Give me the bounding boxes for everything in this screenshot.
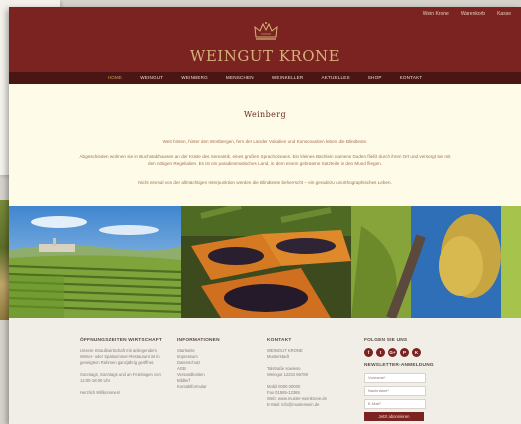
- footer-text: Herzlich Willkommen!: [80, 390, 121, 395]
- google-plus-icon[interactable]: G+: [388, 348, 397, 357]
- email-input[interactable]: E-Mail*: [364, 399, 426, 409]
- facebook-icon[interactable]: f: [364, 348, 373, 357]
- page-title: Weinberg: [243, 110, 287, 119]
- twitter-icon[interactable]: t: [376, 348, 385, 357]
- top-link-warenkorb[interactable]: Warenkorb: [461, 11, 485, 17]
- paragraph-3: Nicht einmal von der allmächtigen Interp…: [138, 180, 392, 185]
- footer-contact: KONTAKT WEINGUT KRONE Musterstadt Talstr…: [267, 338, 347, 408]
- social-links: f t G+ P K: [364, 348, 439, 357]
- paragraph-2: Abgeschieden wohnen sie in Buchstabhause…: [79, 154, 451, 166]
- top-link-kasse[interactable]: Kasse: [497, 11, 511, 17]
- nav-item-kontakt[interactable]: KONTAKT: [391, 72, 432, 84]
- crown-logo-icon[interactable]: [253, 21, 279, 41]
- top-link-wein-krone[interactable]: Wein Krone: [423, 11, 449, 17]
- firstname-input[interactable]: Vorname*: [364, 373, 426, 383]
- site-footer: ÖFFNUNGSZEITEN WIRTSCHAFT Unsere Straußw…: [9, 318, 521, 424]
- footer-email-link[interactable]: E-Mail: info@musterwein.de: [267, 402, 347, 408]
- photo-strip: [9, 206, 521, 318]
- footer-opening-hours: ÖFFNUNGSZEITEN WIRTSCHAFT Unsere Straußw…: [80, 338, 170, 396]
- subscribe-button[interactable]: Jetzt abonnieren: [364, 412, 424, 421]
- nav-item-weinberg[interactable]: WEINBERG: [172, 72, 217, 84]
- newsletter-heading: NEWSLETTER-ANMELDUNG: [364, 363, 434, 368]
- footer-social-newsletter: FOLGEN SIE UNS f t G+ P K NEWSLETTER-ANM…: [364, 338, 439, 421]
- vineyard-landscape-image: [9, 206, 181, 318]
- paragraph-1: Weit hinten, hinter den Wortbergen, fern…: [162, 139, 368, 144]
- main-nav: HOME WEINGUT WEINBERG MENSCHEN WEINKELLE…: [9, 72, 521, 84]
- footer-text: Unsere Straußwirtschaft mit anliegendem …: [80, 348, 160, 365]
- grape-harvest-crates-image: [181, 206, 351, 318]
- footer-heading: FOLGEN SIE UNS: [364, 338, 408, 343]
- brand-name[interactable]: WEINGUT KRONE: [9, 47, 521, 65]
- footer-link-kontaktformular[interactable]: Kontaktformular: [177, 384, 257, 390]
- pinterest-icon[interactable]: P: [400, 348, 409, 357]
- lastname-input[interactable]: Nachname*: [364, 386, 426, 396]
- footer-information: INFORMATIONEN Startseite Impressum Daten…: [177, 338, 257, 390]
- nav-item-aktuelles[interactable]: AKTUELLES: [312, 72, 358, 84]
- main-content: Weinberg Weit hinten, hinter den Wortber…: [9, 84, 521, 206]
- site-header: Wein Krone Warenkorb Kasse WEINGUT KRONE: [9, 7, 521, 72]
- k-icon[interactable]: K: [412, 348, 421, 357]
- nav-item-home[interactable]: HOME: [99, 72, 132, 84]
- footer-heading: KONTAKT: [267, 338, 292, 343]
- top-links: Wein Krone Warenkorb Kasse: [423, 11, 511, 17]
- footer-heading: INFORMATIONEN: [177, 338, 220, 343]
- nav-item-weinkeller[interactable]: WEINKELLER: [263, 72, 313, 84]
- nav-item-weingut[interactable]: WEINGUT: [131, 72, 172, 84]
- nav-item-shop[interactable]: SHOP: [359, 72, 391, 84]
- footer-heading: ÖFFNUNGSZEITEN WIRTSCHAFT: [80, 338, 163, 343]
- website-page: Wein Krone Warenkorb Kasse WEINGUT KRONE…: [9, 7, 521, 424]
- white-grapes-image: [351, 206, 521, 318]
- nav-item-menschen[interactable]: MENSCHEN: [217, 72, 263, 84]
- footer-text: Sonntags, Sonntags und an Feiertagen von…: [80, 372, 161, 383]
